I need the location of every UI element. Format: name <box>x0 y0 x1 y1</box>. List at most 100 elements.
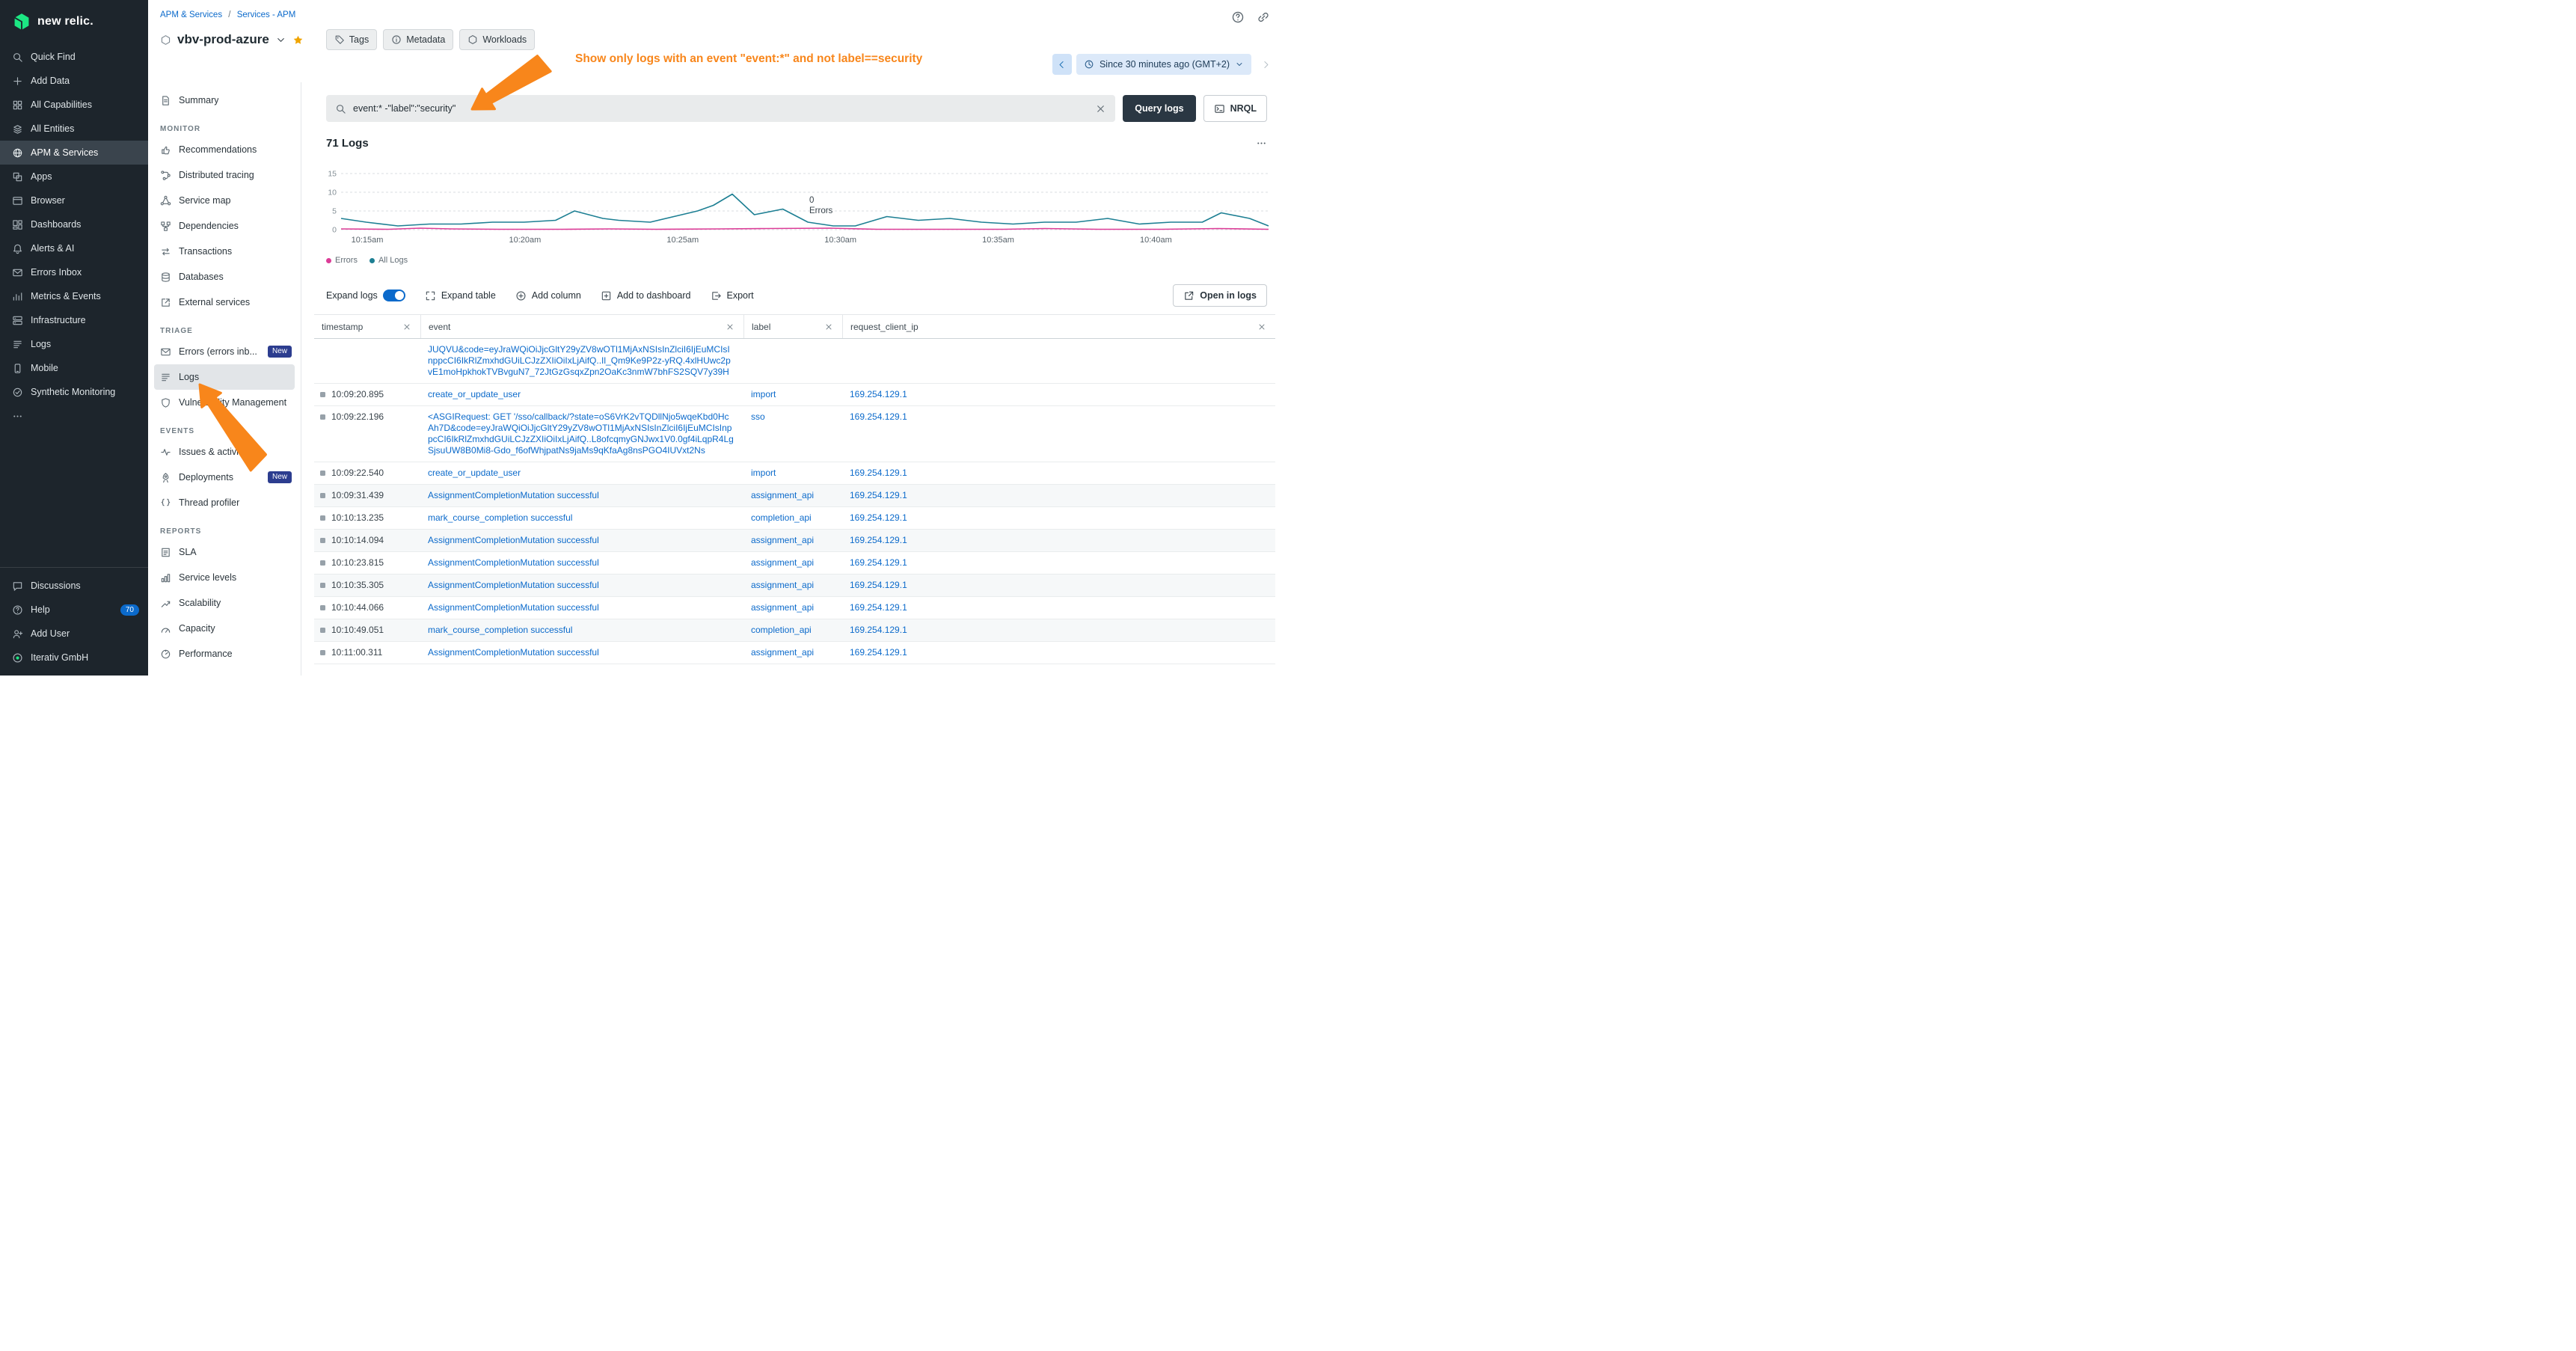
table-row[interactable]: 10:10:13.235 mark_course_completion succ… <box>314 507 1275 530</box>
add-column-button[interactable]: Add column <box>515 290 581 301</box>
column-header-event[interactable]: event <box>420 315 743 338</box>
sidebar-item-all-entities[interactable]: All Entities <box>0 117 148 141</box>
cell-ip-link[interactable]: 169.254.129.1 <box>850 557 1266 569</box>
cell-event-link[interactable]: mark_course_completion successful <box>428 625 735 636</box>
cell-ip-link[interactable]: 169.254.129.1 <box>850 625 1266 636</box>
table-row[interactable]: 10:09:22.196 <ASGIRequest: GET '/sso/cal… <box>314 406 1275 462</box>
sidebar-item-dashboards[interactable]: Dashboards <box>0 212 148 236</box>
nrql-button[interactable]: NRQL <box>1203 95 1267 122</box>
cell-event-link[interactable]: create_or_update_user <box>428 389 735 400</box>
export-button[interactable]: Export <box>711 290 754 301</box>
remove-column-icon[interactable] <box>726 322 735 331</box>
cell-label-link[interactable]: completion_api <box>751 625 833 636</box>
cell-ip-link[interactable]: 169.254.129.1 <box>850 535 1266 546</box>
subnav-item-capacity[interactable]: Capacity <box>148 616 301 641</box>
table-row[interactable]: 10:09:22.540 create_or_update_user impor… <box>314 462 1275 485</box>
expand-logs-control[interactable]: Expand logs <box>326 290 405 301</box>
subnav-item-sla[interactable]: SLA <box>148 539 301 565</box>
cell-ip-link[interactable]: 169.254.129.1 <box>850 490 1266 501</box>
cell-event-link[interactable]: JUQVU&code=eyJraWQiOiJjcGltY29yZV8wOTl1M… <box>428 344 735 378</box>
sidebar-item-iterativ-gmbh[interactable]: Iterativ GmbH <box>0 646 148 670</box>
subnav-item-summary[interactable]: Summary <box>148 88 301 113</box>
subnav-item-issues-activity[interactable]: Issues & activity <box>148 439 301 465</box>
cell-ip-link[interactable]: 169.254.129.1 <box>850 389 1266 400</box>
sidebar-item-alerts-ai[interactable]: Alerts & AI <box>0 236 148 260</box>
row-expand-square[interactable] <box>320 650 325 655</box>
cell-ip-link[interactable]: 169.254.129.1 <box>850 411 1266 423</box>
cell-event-link[interactable]: AssignmentCompletionMutation successful <box>428 647 735 658</box>
subnav-item-performance[interactable]: Performance <box>148 641 301 667</box>
metadata-button[interactable]: Metadata <box>383 29 453 50</box>
cell-event-link[interactable]: <ASGIRequest: GET '/sso/callback/?state=… <box>428 411 735 456</box>
remove-column-icon[interactable] <box>824 322 833 331</box>
subnav-item-dependencies[interactable]: Dependencies <box>148 213 301 239</box>
sidebar-item-discussions[interactable]: Discussions <box>0 574 148 598</box>
subnav-item-thread-profiler[interactable]: Thread profiler <box>148 490 301 515</box>
row-expand-square[interactable] <box>320 493 325 498</box>
table-row[interactable]: 10:09:31.439 AssignmentCompletionMutatio… <box>314 485 1275 507</box>
query-input[interactable]: event:* -"label":"security" <box>326 95 1115 122</box>
row-expand-square[interactable] <box>320 538 325 543</box>
table-row[interactable]: 10:11:00.311 AssignmentCompletionMutatio… <box>314 642 1275 664</box>
cell-event-link[interactable]: AssignmentCompletionMutation successful <box>428 557 735 569</box>
expand-logs-toggle[interactable] <box>383 290 405 301</box>
help-icon[interactable] <box>1231 10 1245 24</box>
add-to-dashboard-button[interactable]: Add to dashboard <box>601 290 691 301</box>
table-row[interactable]: 10:10:44.066 AssignmentCompletionMutatio… <box>314 597 1275 619</box>
sidebar-item-apps[interactable]: Apps <box>0 165 148 189</box>
clear-query-icon[interactable] <box>1095 103 1106 114</box>
cell-ip-link[interactable]: 169.254.129.1 <box>850 602 1266 613</box>
row-expand-square[interactable] <box>320 414 325 420</box>
cell-event-link[interactable]: AssignmentCompletionMutation successful <box>428 602 735 613</box>
table-row[interactable]: JUQVU&code=eyJraWQiOiJjcGltY29yZV8wOTl1M… <box>314 339 1275 384</box>
sidebar-item-apm-services[interactable]: APM & Services <box>0 141 148 165</box>
sidebar-item-metrics-events[interactable]: Metrics & Events <box>0 284 148 308</box>
subnav-item-distributed-tracing[interactable]: Distributed tracing <box>148 162 301 188</box>
sidebar-item-infrastructure[interactable]: Infrastructure <box>0 308 148 332</box>
row-expand-square[interactable] <box>320 605 325 610</box>
copy-link-icon[interactable] <box>1257 10 1270 24</box>
legend-item[interactable]: Errors <box>326 256 358 265</box>
subnav-item-service-map[interactable]: Service map <box>148 188 301 213</box>
cell-label-link[interactable]: import <box>751 468 833 479</box>
cell-label-link[interactable]: assignment_api <box>751 602 833 613</box>
breadcrumb-link-apm-services[interactable]: APM & Services <box>160 10 222 19</box>
workloads-button[interactable]: Workloads <box>459 29 535 50</box>
row-expand-square[interactable] <box>320 392 325 397</box>
subnav-item-scalability[interactable]: Scalability <box>148 590 301 616</box>
time-picker[interactable]: Since 30 minutes ago (GMT+2) <box>1076 54 1251 75</box>
table-row[interactable]: 10:09:20.895 create_or_update_user impor… <box>314 384 1275 406</box>
remove-column-icon[interactable] <box>402 322 411 331</box>
cell-label-link[interactable]: assignment_api <box>751 580 833 591</box>
sidebar-item-more[interactable] <box>0 404 148 428</box>
table-row[interactable]: 10:10:49.051 mark_course_completion succ… <box>314 619 1275 642</box>
cell-event-link[interactable]: AssignmentCompletionMutation successful <box>428 580 735 591</box>
cell-label-link[interactable]: sso <box>751 411 833 423</box>
time-back-button[interactable] <box>1052 54 1072 75</box>
column-header-label[interactable]: label <box>743 315 842 338</box>
row-expand-square[interactable] <box>320 560 325 566</box>
query-logs-button[interactable]: Query logs <box>1123 95 1195 122</box>
remove-column-icon[interactable] <box>1257 322 1266 331</box>
subnav-item-logs[interactable]: Logs <box>154 364 295 390</box>
row-expand-square[interactable] <box>320 628 325 633</box>
cell-label-link[interactable]: assignment_api <box>751 535 833 546</box>
subnav-item-recommendations[interactable]: Recommendations <box>148 137 301 162</box>
column-header-request-client-ip[interactable]: request_client_ip <box>842 315 1275 338</box>
cell-event-link[interactable]: AssignmentCompletionMutation successful <box>428 535 735 546</box>
subnav-item-vulnerability-management[interactable]: Vulnerability Management <box>148 390 301 415</box>
subnav-item-deployments[interactable]: Deployments New <box>148 465 301 490</box>
subnav-item-errors-errors-inb[interactable]: Errors (errors inb... New <box>148 339 301 364</box>
chevron-down-icon[interactable] <box>275 34 286 46</box>
row-expand-square[interactable] <box>320 471 325 476</box>
subnav-item-external-services[interactable]: External services <box>148 290 301 315</box>
subnav-item-transactions[interactable]: Transactions <box>148 239 301 264</box>
favorite-star-icon[interactable] <box>292 34 304 46</box>
table-row[interactable]: 10:10:35.305 AssignmentCompletionMutatio… <box>314 575 1275 597</box>
sidebar-item-synthetic-monitoring[interactable]: Synthetic Monitoring <box>0 380 148 404</box>
table-row[interactable]: 10:10:14.094 AssignmentCompletionMutatio… <box>314 530 1275 552</box>
cell-ip-link[interactable]: 169.254.129.1 <box>850 580 1266 591</box>
logs-options-icon[interactable] <box>1256 138 1267 149</box>
table-row[interactable]: 10:10:23.815 AssignmentCompletionMutatio… <box>314 552 1275 575</box>
row-expand-square[interactable] <box>320 515 325 521</box>
